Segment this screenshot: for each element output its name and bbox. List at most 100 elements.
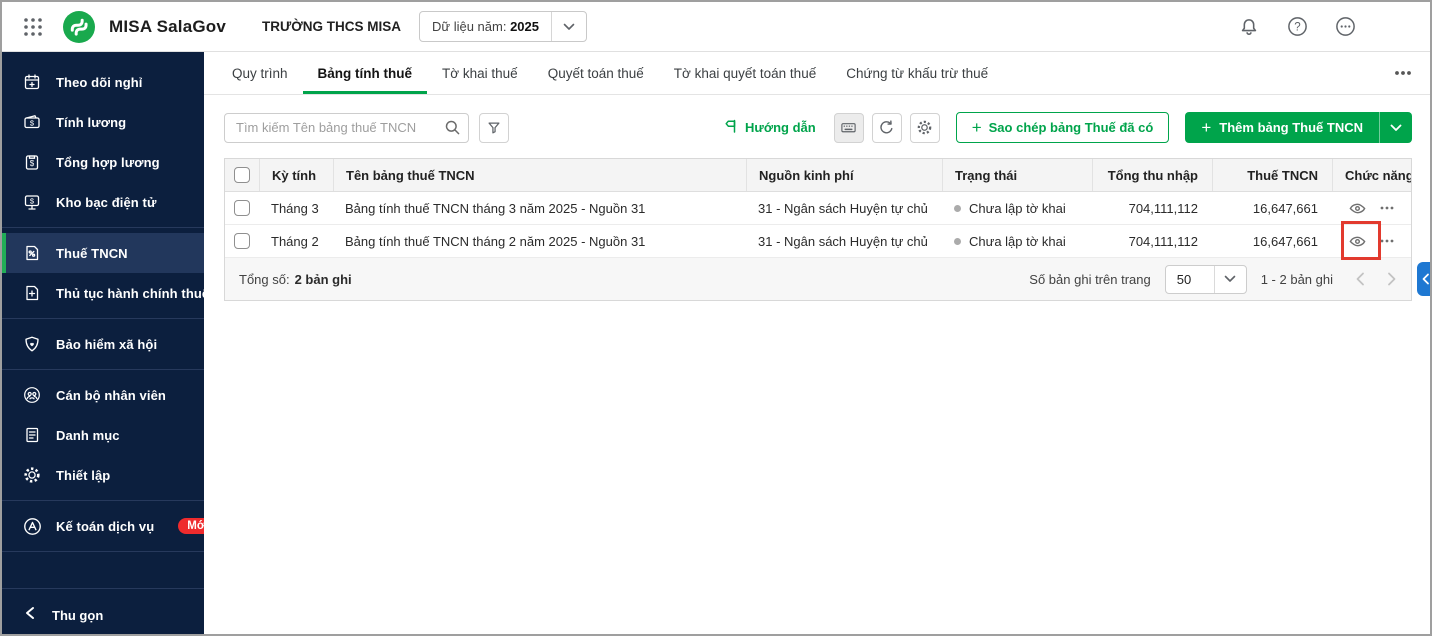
select-all-checkbox[interactable] bbox=[234, 167, 250, 183]
gear-icon bbox=[22, 465, 42, 485]
add-tax-table-split-button: + Thêm bảng Thuế TNCN bbox=[1185, 112, 1412, 143]
top-header: MISA SalaGov TRƯỜNG THCS MISA Dữ liệu nă… bbox=[2, 2, 1430, 52]
col-header-name[interactable]: Tên bảng thuế TNCN bbox=[333, 159, 746, 191]
tab-quyet-toan-thue[interactable]: Quyết toán thuế bbox=[533, 52, 659, 94]
svg-text:?: ? bbox=[1294, 22, 1300, 34]
status-text: Chưa lập tờ khai bbox=[969, 233, 1066, 249]
pagination-nav bbox=[1355, 272, 1397, 286]
next-page-icon[interactable] bbox=[1387, 272, 1397, 286]
sidebar-item-label: Thuế TNCN bbox=[56, 245, 128, 261]
svg-text:$: $ bbox=[30, 159, 35, 168]
copy-tax-table-button[interactable]: + Sao chép bảng Thuế đã có bbox=[955, 112, 1170, 143]
table-row[interactable]: Tháng 3 Bảng tính thuế TNCN tháng 3 năm … bbox=[225, 192, 1411, 225]
col-header-period[interactable]: Kỳ tính bbox=[259, 159, 333, 191]
add-tax-table-button[interactable]: + Thêm bảng Thuế TNCN bbox=[1185, 112, 1379, 143]
sidebar-item-danh-muc[interactable]: Danh mục bbox=[2, 415, 204, 455]
refresh-icon[interactable] bbox=[871, 112, 902, 143]
row-period: Tháng 3 bbox=[271, 200, 319, 216]
sidebar-item-label: Cán bộ nhân viên bbox=[56, 387, 166, 403]
row-status: Chưa lập tờ khai bbox=[942, 225, 1092, 257]
tab-to-khai-thue[interactable]: Tờ khai thuế bbox=[427, 52, 533, 94]
pagination: Số bản ghi trên trang 50 1 - 2 bản ghi bbox=[1029, 264, 1397, 294]
data-year-select[interactable]: Dữ liệu năm: 2025 bbox=[419, 11, 587, 42]
sidebar-item-thiet-lap[interactable]: Thiết lập bbox=[2, 455, 204, 495]
row-name: Bảng tính thuế TNCN tháng 2 năm 2025 - N… bbox=[345, 233, 646, 249]
col-header-funding[interactable]: Nguồn kinh phí bbox=[746, 159, 942, 191]
row-status: Chưa lập tờ khai bbox=[942, 192, 1092, 224]
sidebar-item-label: Bảo hiểm xã hội bbox=[56, 336, 158, 352]
sidebar-item-tinh-luong[interactable]: $ Tính lương bbox=[2, 102, 204, 142]
sidebar-item-label: Danh mục bbox=[56, 427, 120, 443]
tab-bang-tinh-thue[interactable]: Bảng tính thuế bbox=[303, 52, 428, 94]
row-more-icon[interactable] bbox=[1380, 206, 1394, 210]
sidebar-item-theo-doi-nghi[interactable]: Theo dõi nghỉ bbox=[2, 62, 204, 102]
row-checkbox[interactable] bbox=[234, 200, 250, 216]
add-button-dropdown[interactable] bbox=[1379, 112, 1412, 143]
row-actions bbox=[1332, 192, 1411, 224]
total-records: Tổng số: 2 bản ghi bbox=[239, 272, 352, 287]
svg-text:$: $ bbox=[30, 197, 35, 206]
tab-quy-trinh[interactable]: Quy trình bbox=[217, 52, 303, 94]
search-box bbox=[224, 112, 469, 143]
col-header-tax[interactable]: Thuế TNCN bbox=[1212, 159, 1332, 191]
filter-button[interactable] bbox=[479, 112, 509, 143]
guide-link[interactable]: Hướng dẫn bbox=[723, 118, 816, 137]
sidebar-item-can-bo-nhan-vien[interactable]: Cán bộ nhân viên bbox=[2, 375, 204, 415]
view-eye-icon[interactable] bbox=[1349, 202, 1366, 215]
sidebar-item-label: Tính lương bbox=[56, 114, 127, 130]
wallet-dollar-icon: $ bbox=[22, 112, 42, 132]
table-row[interactable]: Tháng 2 Bảng tính thuế TNCN tháng 2 năm … bbox=[225, 225, 1411, 258]
row-funding: 31 - Ngân sách Huyện tự chủ bbox=[758, 200, 928, 216]
document-plus-icon bbox=[22, 283, 42, 303]
sidebar-item-ke-toan-dich-vu[interactable]: Kế toán dịch vụ Mới bbox=[2, 506, 218, 546]
select-all-cell bbox=[225, 159, 259, 191]
tab-to-khai-quyet-toan-thue[interactable]: Tờ khai quyết toán thuế bbox=[659, 52, 831, 94]
keyboard-icon[interactable] bbox=[833, 112, 864, 143]
col-header-status[interactable]: Trạng thái bbox=[942, 159, 1092, 191]
row-more-icon[interactable] bbox=[1380, 239, 1394, 243]
bell-icon[interactable] bbox=[1238, 16, 1260, 38]
apps-grid-icon[interactable] bbox=[21, 15, 45, 39]
shield-heart-icon bbox=[22, 334, 42, 354]
add-button-label: Thêm bảng Thuế TNCN bbox=[1219, 120, 1363, 135]
view-eye-icon[interactable] bbox=[1349, 235, 1366, 248]
status-dot-icon bbox=[954, 237, 961, 245]
sidebar-divider bbox=[2, 227, 204, 228]
ellipsis-circle-icon[interactable] bbox=[1334, 16, 1356, 38]
tabs-bar: Quy trình Bảng tính thuế Tờ khai thuế Qu… bbox=[204, 52, 1430, 95]
sidebar-item-kho-bac-dien-tu[interactable]: $ Kho bạc điện tử bbox=[2, 182, 204, 222]
plus-icon: + bbox=[971, 118, 982, 137]
sidebar-item-thue-tncn[interactable]: Thuế TNCN bbox=[2, 233, 204, 273]
sidebar-divider bbox=[2, 369, 204, 370]
page-size-select[interactable]: 50 bbox=[1164, 264, 1247, 294]
status-dot-icon bbox=[954, 204, 961, 212]
panel-expand-toggle[interactable] bbox=[1417, 262, 1430, 296]
chevron-down-icon bbox=[1215, 275, 1246, 283]
search-input[interactable] bbox=[224, 112, 469, 143]
calendar-plus-icon bbox=[22, 72, 42, 92]
page-size-label: Số bản ghi trên trang bbox=[1029, 271, 1151, 287]
tabs-more-icon[interactable] bbox=[1394, 52, 1412, 94]
sidebar-item-label: Theo dõi nghỉ bbox=[56, 74, 143, 90]
data-year-text: Dữ liệu năm: 2025 bbox=[432, 19, 539, 34]
col-header-income[interactable]: Tổng thu nhập bbox=[1092, 159, 1212, 191]
sidebar-item-thu-tuc-hanh-chinh-thue[interactable]: Thủ tục hành chính thuế bbox=[2, 273, 209, 313]
app-window: MISA SalaGov TRƯỜNG THCS MISA Dữ liệu nă… bbox=[0, 0, 1432, 636]
collapse-label: Thu gọn bbox=[52, 607, 104, 623]
sidebar-item-tong-hop-luong[interactable]: $ Tổng hợp lương bbox=[2, 142, 204, 182]
table-footer: Tổng số: 2 bản ghi Số bản ghi trên trang… bbox=[225, 258, 1411, 300]
tab-chung-tu-khau-tru-thue[interactable]: Chứng từ khấu trừ thuế bbox=[831, 52, 1003, 94]
sidebar-item-bao-hiem-xa-hoi[interactable]: Bảo hiểm xã hội bbox=[2, 324, 204, 364]
row-funding: 31 - Ngân sách Huyện tự chủ bbox=[758, 233, 928, 249]
sidebar-divider bbox=[2, 588, 204, 589]
chevron-down-icon bbox=[552, 23, 586, 31]
settings-gear-icon[interactable] bbox=[909, 112, 940, 143]
accounting-service-icon bbox=[22, 516, 42, 536]
prev-page-icon[interactable] bbox=[1355, 272, 1365, 286]
sidebar-collapse-button[interactable]: Thu gọn bbox=[2, 594, 204, 634]
row-checkbox[interactable] bbox=[234, 233, 250, 249]
row-total-income: 704,111,112 bbox=[1128, 233, 1198, 249]
tax-table: Kỳ tính Tên bảng thuế TNCN Nguồn kinh ph… bbox=[224, 158, 1412, 301]
question-icon[interactable]: ? bbox=[1286, 16, 1308, 38]
